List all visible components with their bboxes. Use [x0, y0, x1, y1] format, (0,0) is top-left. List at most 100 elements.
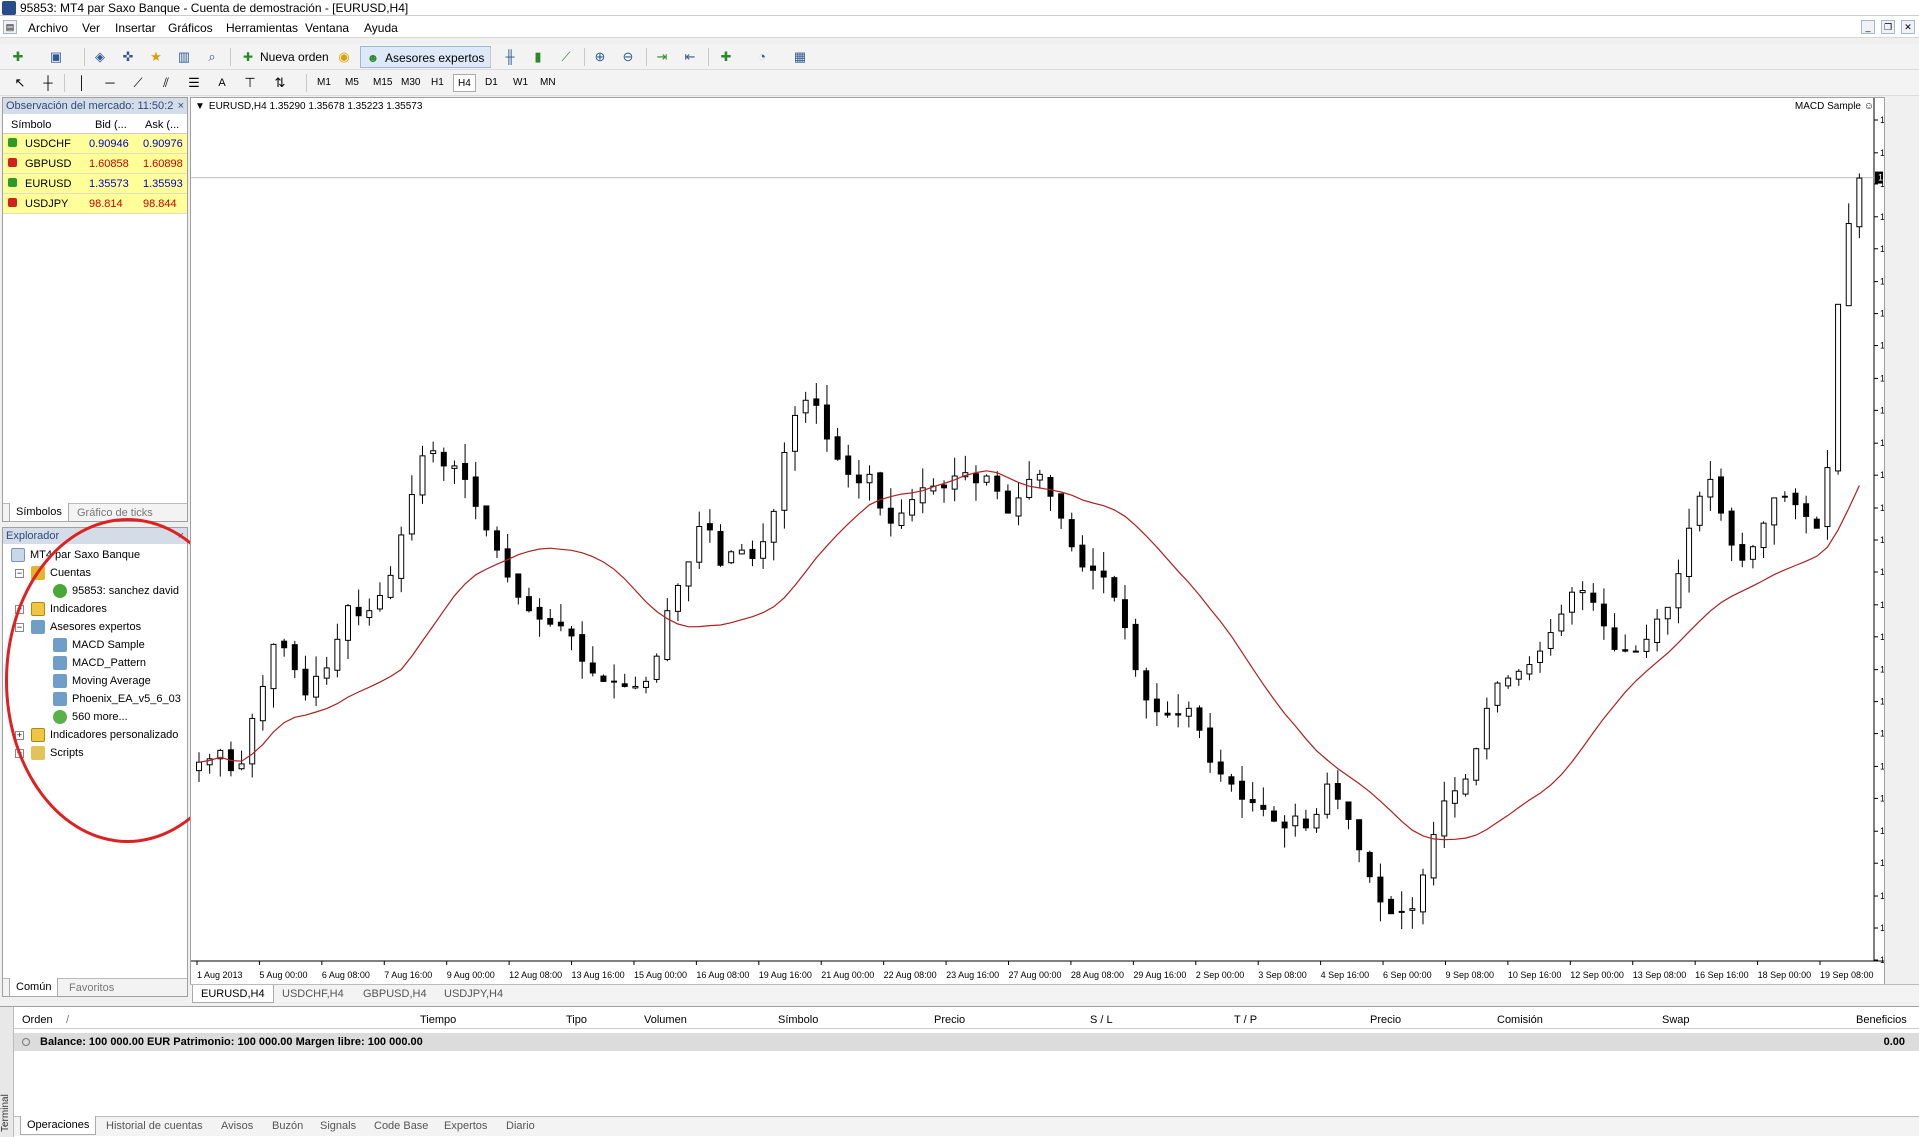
timeframe-m15[interactable]: M15	[369, 74, 396, 92]
zoom-in-icon[interactable]: ⊕	[590, 48, 610, 66]
cursor-icon[interactable]: ↖	[10, 74, 30, 92]
periods-icon[interactable]: ◔	[752, 48, 772, 66]
close-child-icon[interactable]: ✕	[1901, 20, 1915, 34]
chart-shift-icon[interactable]: ⇤	[680, 48, 700, 66]
navigator-icon[interactable]: ★	[146, 48, 166, 66]
column-take-profit[interactable]: T / P	[1234, 1014, 1257, 1026]
menu-insertar[interactable]: Insertar	[115, 21, 156, 35]
profiles-icon[interactable]: ▣	[46, 48, 66, 66]
menu-ver[interactable]: Ver	[82, 21, 100, 35]
new-chart-icon[interactable]: ✚	[8, 48, 28, 66]
zoom-out-icon[interactable]: ⊖	[618, 48, 638, 66]
line-chart-icon[interactable]: ⟋	[556, 48, 576, 66]
chart-window[interactable]: 1.359151.357201.355351.353401.351501.349…	[190, 97, 1885, 992]
column-type[interactable]: Tipo	[566, 1014, 587, 1026]
menu-graficos[interactable]: Gráficos	[168, 21, 213, 35]
menu-ayuda[interactable]: Ayuda	[364, 21, 398, 35]
tab-journal[interactable]: Diario	[506, 1120, 535, 1132]
timeframe-mn[interactable]: MN	[536, 74, 560, 92]
candlestick-chart[interactable]: 1.359151.357201.355351.353401.351501.349…	[191, 98, 1884, 991]
column-commission[interactable]: Comisión	[1497, 1014, 1543, 1026]
chart-tab-usdchf[interactable]: USDCHF,H4	[274, 985, 352, 1003]
candle-bear	[1813, 518, 1820, 529]
timeframe-m1[interactable]: M1	[313, 74, 335, 92]
column-profit[interactable]: Beneficios	[1856, 1014, 1907, 1026]
mt4-window: 95853: MT4 par Saxo Banque - Cuenta de d…	[0, 0, 1919, 1137]
tab-common[interactable]: Común	[9, 978, 59, 997]
column-order[interactable]: Orden	[22, 1014, 53, 1026]
channel-icon[interactable]: ⫽	[156, 74, 176, 92]
close-icon[interactable]: ×	[178, 98, 184, 114]
candle-bear	[1058, 493, 1065, 519]
strategy-tester-icon[interactable]: ⌕	[202, 48, 222, 66]
child-window-icon[interactable]: ▤	[3, 20, 17, 34]
collapse-icon[interactable]: −	[15, 569, 24, 578]
data-window-icon[interactable]: ✜	[118, 48, 138, 66]
menu-herramientas[interactable]: Herramientas	[226, 21, 298, 35]
column-bid[interactable]: Bid (...	[95, 119, 127, 131]
fibonacci-icon[interactable]: ☰	[184, 74, 204, 92]
candle-bull	[1324, 783, 1331, 815]
new-order-button[interactable]: ✚ Nueva orden	[236, 46, 335, 68]
bid: 98.814	[89, 198, 123, 210]
tab-symbols[interactable]: Símbolos	[9, 503, 69, 522]
timeframe-w1[interactable]: W1	[509, 74, 532, 92]
column-time[interactable]: Tiempo	[420, 1014, 456, 1026]
indicators-list-icon[interactable]: ✚	[716, 48, 736, 66]
balance-row[interactable]: Balance: 100 000.00 EUR Patrimonio: 100 …	[14, 1033, 1919, 1051]
tab-tick-chart[interactable]: Gráfico de ticks	[77, 507, 153, 519]
timeframe-m5[interactable]: M5	[341, 74, 363, 92]
market-watch-icon[interactable]: ◈	[90, 48, 110, 66]
column-current-price[interactable]: Precio	[1370, 1014, 1401, 1026]
tab-trade[interactable]: Operaciones	[20, 1116, 97, 1135]
market-watch-row[interactable]: GBPUSD 1.60858 1.60898	[3, 154, 187, 174]
minimize-child-icon[interactable]: _	[1861, 20, 1875, 34]
vertical-line-icon[interactable]: │	[72, 74, 92, 92]
tab-favorites[interactable]: Favoritos	[69, 982, 114, 994]
timeframe-h4[interactable]: H4	[453, 74, 476, 92]
total-profit: 0.00	[1883, 1036, 1905, 1048]
candlesticks-icon[interactable]: ▮	[528, 48, 548, 66]
tab-experts[interactable]: Expertos	[444, 1120, 487, 1132]
text-label-icon[interactable]: ⊤	[240, 74, 260, 92]
restore-child-icon[interactable]: ❐	[1881, 20, 1895, 34]
chart-tab-eurusd[interactable]: EURUSD,H4	[192, 985, 274, 1003]
text-tool[interactable]: A	[212, 74, 232, 92]
terminal-icon[interactable]: ▥	[174, 48, 194, 66]
horizontal-line-icon[interactable]: ─	[100, 74, 120, 92]
market-watch-row[interactable]: USDCHF 0.90946 0.90976	[3, 134, 187, 154]
crosshair-icon[interactable]: ┼	[38, 74, 58, 92]
column-volume[interactable]: Volumen	[644, 1014, 687, 1026]
meta-editor-icon[interactable]: ◉	[334, 48, 354, 66]
menu-archivo[interactable]: Archivo	[28, 21, 68, 35]
templates-icon[interactable]: ▦	[790, 48, 810, 66]
candle-bull	[334, 638, 341, 671]
market-watch-row[interactable]: EURUSD 1.35573 1.35593	[3, 174, 187, 194]
tab-alerts[interactable]: Avisos	[221, 1120, 253, 1132]
market-watch-title: Observación del mercado: 11:50:2	[6, 100, 174, 112]
expert-advisors-button[interactable]: ☻ Asesores expertos	[360, 46, 492, 68]
tab-code-base[interactable]: Code Base	[374, 1120, 428, 1132]
menu-ventana[interactable]: Ventana	[305, 21, 349, 35]
market-watch-table: Símbolo Bid (... Ask (... USDCHF 0.90946…	[3, 116, 187, 214]
tab-account-history[interactable]: Historial de cuentas	[106, 1120, 203, 1132]
tab-signals[interactable]: Signals	[320, 1120, 356, 1132]
column-swap[interactable]: Swap	[1662, 1014, 1690, 1026]
column-symbol[interactable]: Símbolo	[11, 119, 51, 131]
tab-mailbox[interactable]: Buzón	[272, 1120, 303, 1132]
column-ask[interactable]: Ask (...	[145, 119, 179, 131]
trendline-icon[interactable]: ⟋	[128, 74, 148, 92]
market-watch-row[interactable]: USDJPY 98.814 98.844	[3, 194, 187, 214]
price-tick-label: 1.31305	[1880, 891, 1884, 901]
column-price[interactable]: Precio	[934, 1014, 965, 1026]
chart-tab-usdjpy[interactable]: USDJPY,H4	[436, 985, 511, 1003]
auto-scroll-icon[interactable]: ⇥	[652, 48, 672, 66]
arrows-icon[interactable]: ⇅	[270, 74, 290, 92]
timeframe-d1[interactable]: D1	[481, 74, 502, 92]
bar-chart-icon[interactable]: ╫	[500, 48, 520, 66]
chart-tab-gbpusd[interactable]: GBPUSD,H4	[355, 985, 435, 1003]
column-symbol[interactable]: Símbolo	[778, 1014, 818, 1026]
column-stop-loss[interactable]: S / L	[1090, 1014, 1113, 1026]
timeframe-h1[interactable]: H1	[427, 74, 448, 92]
timeframe-m30[interactable]: M30	[397, 74, 424, 92]
